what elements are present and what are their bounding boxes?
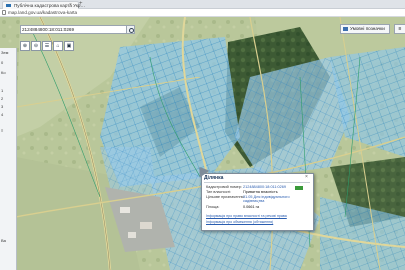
url-text[interactable]: map.land.gov.ua/kadastrova-karta xyxy=(8,9,77,16)
address-bar[interactable]: map.land.gov.ua/kadastrova-karta xyxy=(0,9,405,17)
map-canvas[interactable] xyxy=(0,17,405,270)
legend-button[interactable]: Умовні позначки xyxy=(340,24,390,34)
left-panel-item[interactable]: 4 xyxy=(1,112,3,117)
zoom-in-button[interactable]: ⊕ xyxy=(20,41,30,51)
cadastral-number[interactable]: 2124884800:18:011:0269 xyxy=(243,185,286,189)
row-label: Кадастровий номер: xyxy=(206,185,242,189)
popup-title: Ділянка xyxy=(204,175,224,181)
search-input[interactable] xyxy=(22,26,120,33)
browser-tab[interactable]: Публічна кадастрова карта Укр… × xyxy=(2,1,85,9)
left-panel-item[interactable]: 2 xyxy=(1,96,3,101)
left-panel-item[interactable]: Ко xyxy=(1,70,6,75)
row-label: Тип власності: xyxy=(206,190,232,194)
layers-button[interactable]: ☰ xyxy=(42,41,52,51)
left-panel-item[interactable]: 3 xyxy=(1,104,3,109)
purpose: 01.05 Для індивідуального садівництва xyxy=(243,195,290,203)
zoom-out-button[interactable]: ⊖ xyxy=(31,41,41,51)
lock-icon xyxy=(2,10,6,15)
left-panel-item[interactable]: 1 xyxy=(1,88,3,93)
ownership-type: Приватна власність xyxy=(243,190,278,194)
parcel-info-popup: Ділянка × Кадастровий номер: 2124884800:… xyxy=(194,163,314,231)
print-button[interactable]: ▣ xyxy=(64,41,74,51)
restrictions-link[interactable]: Інформація про обмеження (обтяження) xyxy=(206,220,273,224)
row-label: Цільове призначення: xyxy=(206,195,245,199)
map-toolbar: ⊕ ⊖ ☰ ⌂ ▣ xyxy=(20,41,74,51)
area-value: 0.0661 га xyxy=(243,205,260,209)
home-button[interactable]: ⌂ xyxy=(53,41,63,51)
close-icon[interactable]: × xyxy=(305,174,308,180)
tab-title: Публічна кадастрова карта Укр… xyxy=(14,3,86,8)
cadastral-search[interactable] xyxy=(20,25,135,34)
tab-close-icon[interactable]: × xyxy=(69,2,72,9)
legend-label: Умовні позначки xyxy=(350,26,385,31)
status-badge xyxy=(295,186,303,190)
new-tab-button[interactable]: + xyxy=(79,0,83,8)
cadastral-map[interactable]: ⊕ ⊖ ☰ ⌂ ▣ Умовні позначки ≡ Зем 0 Ко 1 2… xyxy=(0,17,405,270)
legend-icon xyxy=(343,27,348,31)
left-panel-item[interactable]: ≡ xyxy=(1,128,3,133)
search-icon[interactable] xyxy=(126,26,134,33)
menu-button[interactable]: ≡ xyxy=(394,24,405,34)
favicon-icon xyxy=(6,4,11,7)
left-panel: Зем 0 Ко 1 2 3 4 ≡ Ва xyxy=(0,48,17,270)
left-panel-item[interactable]: Зем xyxy=(1,50,8,55)
divider xyxy=(204,182,310,183)
browser-tab-bar: Публічна кадастрова карта Укр… × + xyxy=(0,0,405,9)
left-panel-item[interactable]: 0 xyxy=(1,60,3,65)
left-panel-item[interactable]: Ва xyxy=(1,238,6,243)
ownership-rights-link[interactable]: Інформація про право власності та речові… xyxy=(206,214,287,218)
row-label: Площа: xyxy=(206,205,220,209)
